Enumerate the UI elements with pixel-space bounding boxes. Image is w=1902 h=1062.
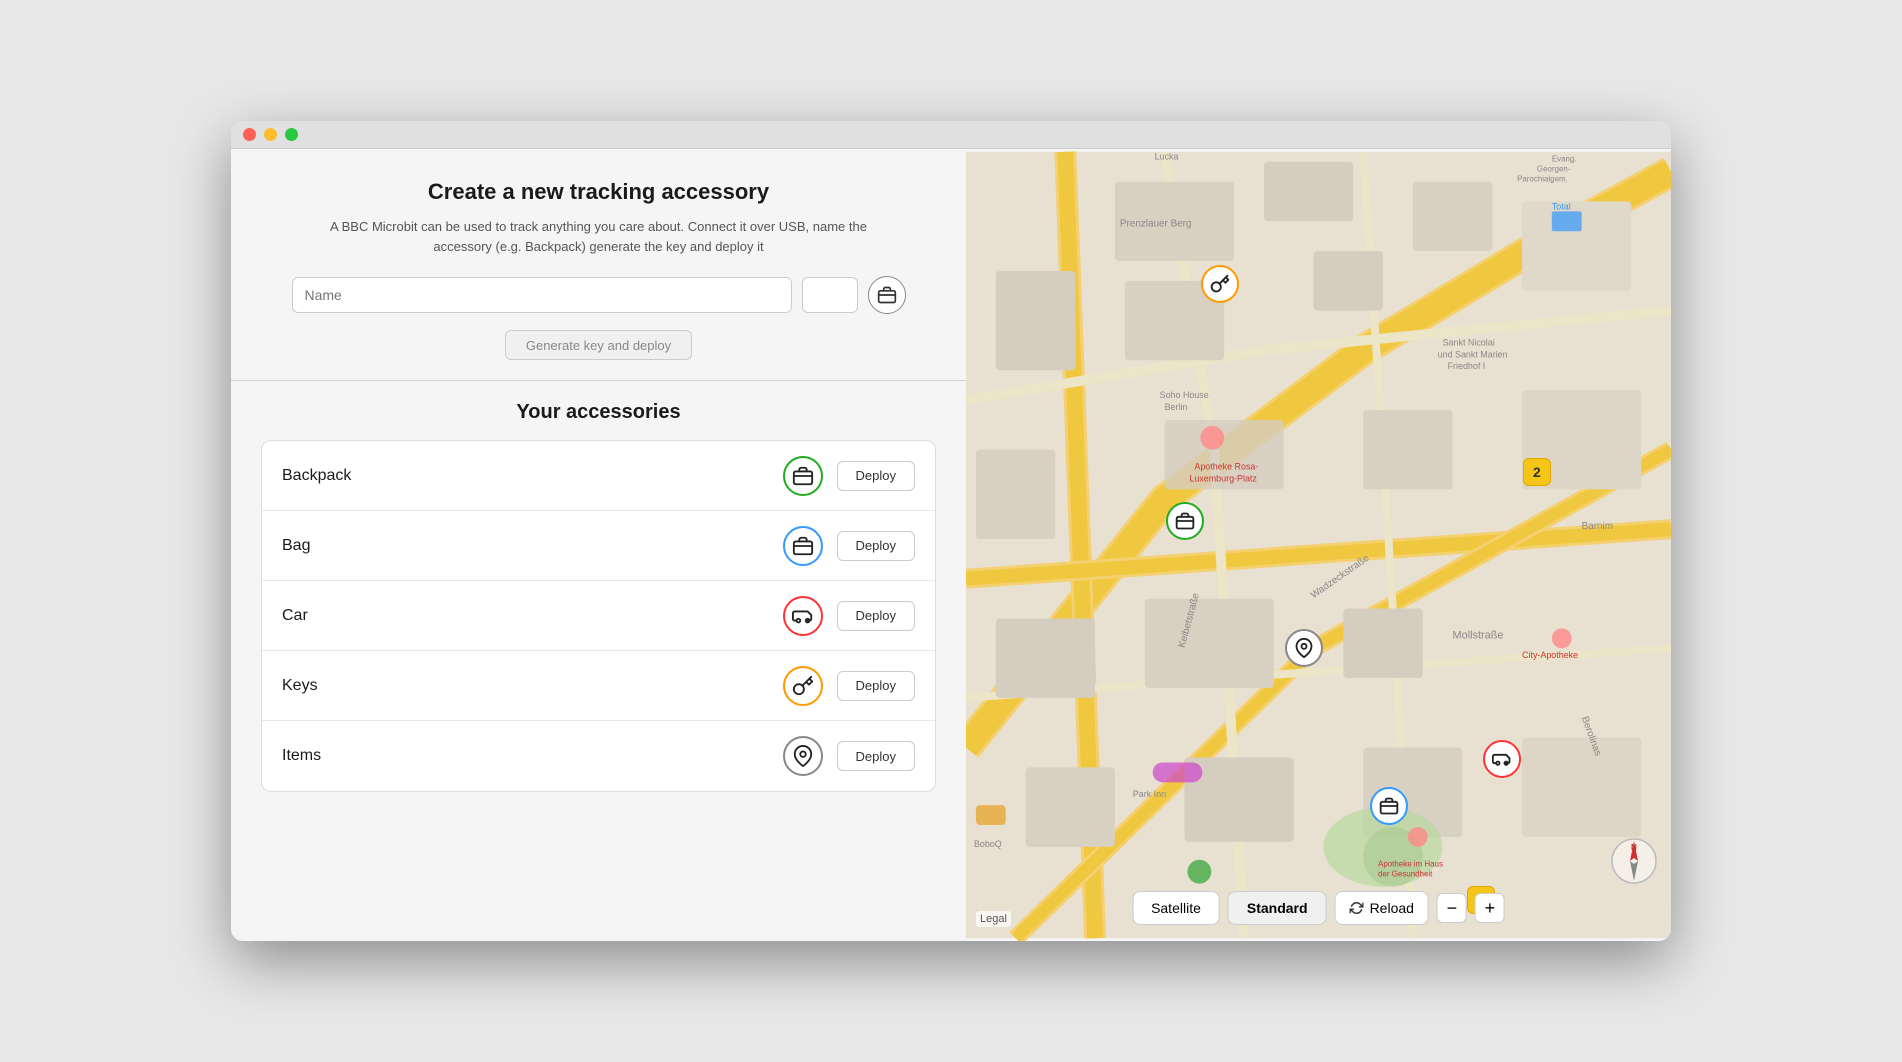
- accessory-name-items: Items: [282, 747, 783, 765]
- map-legal: Legal: [976, 911, 1011, 927]
- compass-svg: N: [1609, 836, 1659, 886]
- list-item: Keys Deploy: [262, 651, 935, 721]
- accessory-name-keys: Keys: [282, 677, 783, 695]
- svg-text:Georgen-: Georgen-: [1537, 165, 1571, 174]
- map-marker-keys: [1201, 265, 1239, 303]
- deploy-button-items[interactable]: Deploy: [837, 741, 915, 771]
- create-title: Create a new tracking accessory: [261, 179, 936, 205]
- deploy-button-keys[interactable]: Deploy: [837, 671, 915, 701]
- name-input[interactable]: [292, 277, 792, 313]
- briefcase-icon: [1379, 796, 1399, 816]
- svg-text:Evang.: Evang.: [1552, 155, 1577, 164]
- svg-text:und Sankt Marien: und Sankt Marien: [1438, 349, 1508, 359]
- map-controls: Satellite Standard Reload − +: [1132, 891, 1505, 925]
- briefcase-icon: [1175, 511, 1195, 531]
- input-row: [261, 276, 936, 314]
- satellite-button[interactable]: Satellite: [1132, 891, 1220, 925]
- accessories-title: Your accessories: [261, 401, 936, 424]
- pin-icon: [1294, 638, 1314, 658]
- map-marker-bag: [1370, 787, 1408, 825]
- svg-text:Park Inn: Park Inn: [1133, 789, 1166, 799]
- svg-text:Prenzlauer Berg: Prenzlauer Berg: [1120, 218, 1192, 229]
- deploy-button-car[interactable]: Deploy: [837, 601, 915, 631]
- left-panel: Create a new tracking accessory A BBC Mi…: [231, 149, 966, 941]
- map-badge-2: 2: [1523, 458, 1551, 486]
- svg-text:Lucka: Lucka: [1155, 152, 1179, 162]
- create-description: A BBC Microbit can be used to track anyt…: [309, 217, 889, 256]
- svg-text:Apotheke im Haus: Apotheke im Haus: [1378, 860, 1443, 869]
- car-icon: [792, 605, 814, 627]
- compass: N: [1609, 836, 1659, 886]
- pin-icon: [792, 745, 814, 767]
- svg-text:Berlin: Berlin: [1165, 402, 1188, 412]
- svg-text:Barnim: Barnim: [1582, 521, 1613, 532]
- generate-deploy-button[interactable]: Generate key and deploy: [505, 330, 692, 360]
- accessory-name-car: Car: [282, 607, 783, 625]
- accessory-icon-keys: [783, 666, 823, 706]
- list-item: Car Deploy: [262, 581, 935, 651]
- close-button[interactable]: [243, 128, 256, 141]
- zoom-out-button[interactable]: −: [1437, 893, 1467, 923]
- accessory-name-bag: Bag: [282, 537, 783, 555]
- accessories-section: Your accessories Backpack Deploy: [231, 381, 966, 941]
- briefcase-icon: [792, 535, 814, 557]
- svg-text:Mollstraße: Mollstraße: [1453, 629, 1504, 641]
- map-marker-backpack: [1166, 502, 1204, 540]
- zoom-in-button[interactable]: +: [1475, 893, 1505, 923]
- deploy-button-bag[interactable]: Deploy: [837, 531, 915, 561]
- accessory-icon-backpack: [783, 456, 823, 496]
- svg-text:N: N: [1631, 843, 1637, 852]
- briefcase-icon: [877, 285, 897, 305]
- svg-text:Soho House: Soho House: [1160, 390, 1209, 400]
- svg-text:Sankt Nicolai: Sankt Nicolai: [1443, 337, 1495, 347]
- svg-text:Luxemburg-Platz: Luxemburg-Platz: [1189, 473, 1257, 483]
- titlebar: [231, 121, 1671, 149]
- reload-label: Reload: [1370, 900, 1414, 916]
- deploy-button-backpack[interactable]: Deploy: [837, 461, 915, 491]
- accessory-icon-bag: [783, 526, 823, 566]
- standard-button[interactable]: Standard: [1228, 891, 1327, 925]
- svg-text:Total: Total: [1552, 201, 1571, 211]
- minimize-button[interactable]: [264, 128, 277, 141]
- briefcase-icon: [792, 465, 814, 487]
- map-marker-car: [1483, 740, 1521, 778]
- list-item: Backpack Deploy: [262, 441, 935, 511]
- svg-text:BoboQ: BoboQ: [974, 839, 1002, 849]
- svg-text:Parochialgem.: Parochialgem.: [1517, 175, 1568, 184]
- key-icon: [1210, 274, 1230, 294]
- create-section: Create a new tracking accessory A BBC Mi…: [231, 149, 966, 380]
- accessory-icon-items: [783, 736, 823, 776]
- list-item: Bag Deploy: [262, 511, 935, 581]
- color-picker-button[interactable]: [802, 277, 858, 313]
- main-content: Create a new tracking accessory A BBC Mi…: [231, 149, 1671, 941]
- reload-button[interactable]: Reload: [1335, 891, 1429, 925]
- icon-select-button[interactable]: [868, 276, 906, 314]
- svg-text:City-Apotheke: City-Apotheke: [1522, 650, 1578, 660]
- app-window: Create a new tracking accessory A BBC Mi…: [231, 121, 1671, 941]
- key-icon: [792, 675, 814, 697]
- svg-text:Apotheke Rosa-: Apotheke Rosa-: [1194, 462, 1258, 472]
- maximize-button[interactable]: [285, 128, 298, 141]
- map-svg: Prenzlauer Berg Sankt Nicolai und Sankt …: [966, 149, 1671, 941]
- list-item: Items Deploy: [262, 721, 935, 791]
- reload-icon: [1350, 901, 1364, 915]
- accessories-list: Backpack Deploy Bag: [261, 440, 936, 792]
- accessory-icon-car: [783, 596, 823, 636]
- accessory-name-backpack: Backpack: [282, 467, 783, 485]
- map-panel: Prenzlauer Berg Sankt Nicolai und Sankt …: [966, 149, 1671, 941]
- svg-text:Friedhof I: Friedhof I: [1448, 361, 1486, 371]
- map-marker-items: [1285, 629, 1323, 667]
- svg-text:der Gesundheit: der Gesundheit: [1378, 870, 1433, 879]
- car-icon: [1492, 749, 1512, 769]
